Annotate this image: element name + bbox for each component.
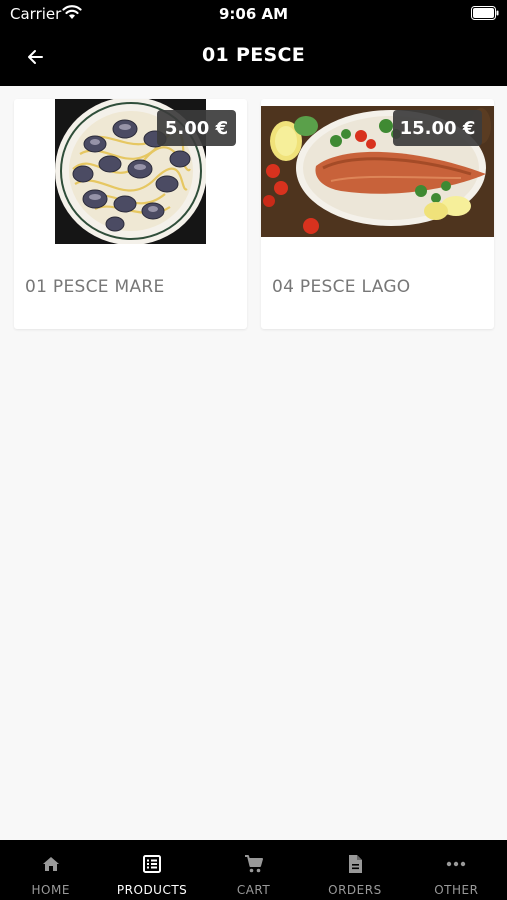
app-header: 01 PESCE	[0, 28, 507, 86]
list-icon	[143, 855, 162, 873]
document-icon	[348, 855, 362, 873]
nav-label: ORDERS	[328, 883, 382, 897]
nav-item-other[interactable]: OTHER	[406, 840, 507, 900]
nav-label: PRODUCTS	[116, 883, 188, 897]
product-card[interactable]: 15.00 € 04 PESCE LAGO	[261, 99, 494, 329]
nav-label: OTHER	[434, 883, 479, 897]
product-name: 04 PESCE LAGO	[272, 277, 411, 297]
nav-label: CART	[236, 883, 271, 897]
home-icon	[42, 857, 59, 871]
page-title: 01 PESCE	[202, 44, 305, 66]
status-bar: Carrier 9:06 AM	[0, 0, 507, 28]
price-badge: 15.00 €	[393, 110, 482, 146]
nav-item-cart[interactable]: CART	[203, 840, 304, 900]
product-name: 01 PESCE MARE	[25, 277, 165, 297]
product-card[interactable]: 5.00 € 01 PESCE MARE	[14, 99, 247, 329]
price-badge: 5.00 €	[157, 110, 236, 146]
nav-item-products[interactable]: PRODUCTS	[101, 840, 202, 900]
more-icon	[447, 861, 466, 867]
nav-item-home[interactable]: HOME	[0, 840, 101, 900]
cart-icon	[244, 855, 263, 873]
bottom-nav: HOME PRODUCTS CART ORDERS OTHER	[0, 840, 507, 900]
battery-icon	[471, 6, 499, 20]
status-time: 9:06 AM	[218, 5, 289, 23]
nav-label: HOME	[31, 883, 70, 897]
nav-item-orders[interactable]: ORDERS	[304, 840, 405, 900]
